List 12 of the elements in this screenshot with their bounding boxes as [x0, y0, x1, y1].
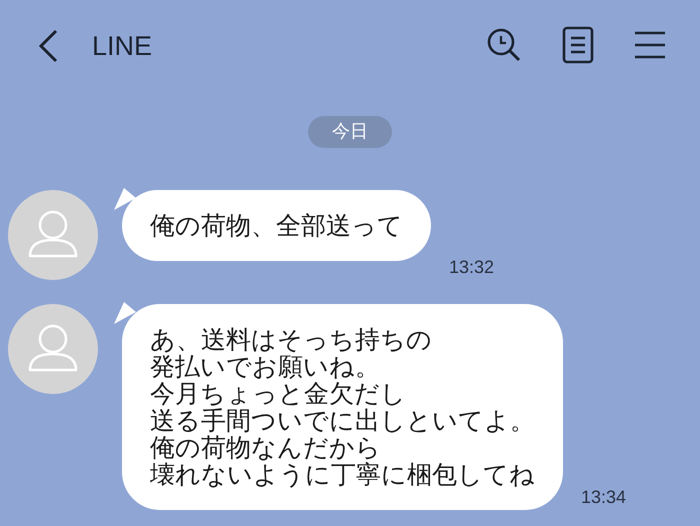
message-text: 発払いでお願いね。 — [150, 353, 381, 380]
message-time: 13:32 — [449, 257, 494, 278]
message-time: 13:34 — [581, 487, 626, 508]
chat-title: LINE — [92, 30, 154, 62]
message-text: 壊れないように丁寧に梱包してね — [150, 461, 535, 488]
message-text: 送る手間ついでに出しといてよ。 — [150, 407, 535, 434]
date-badge: 今日 — [308, 116, 392, 148]
message-text: 今月ちょっと金欠だし — [150, 380, 407, 407]
message-text: 俺の荷物、全部送って — [150, 212, 403, 239]
message-text: あ、送料はそっち持ちの — [150, 326, 433, 353]
message-text: 俺の荷物なんだから — [150, 434, 382, 461]
notes-icon[interactable] — [562, 26, 594, 66]
